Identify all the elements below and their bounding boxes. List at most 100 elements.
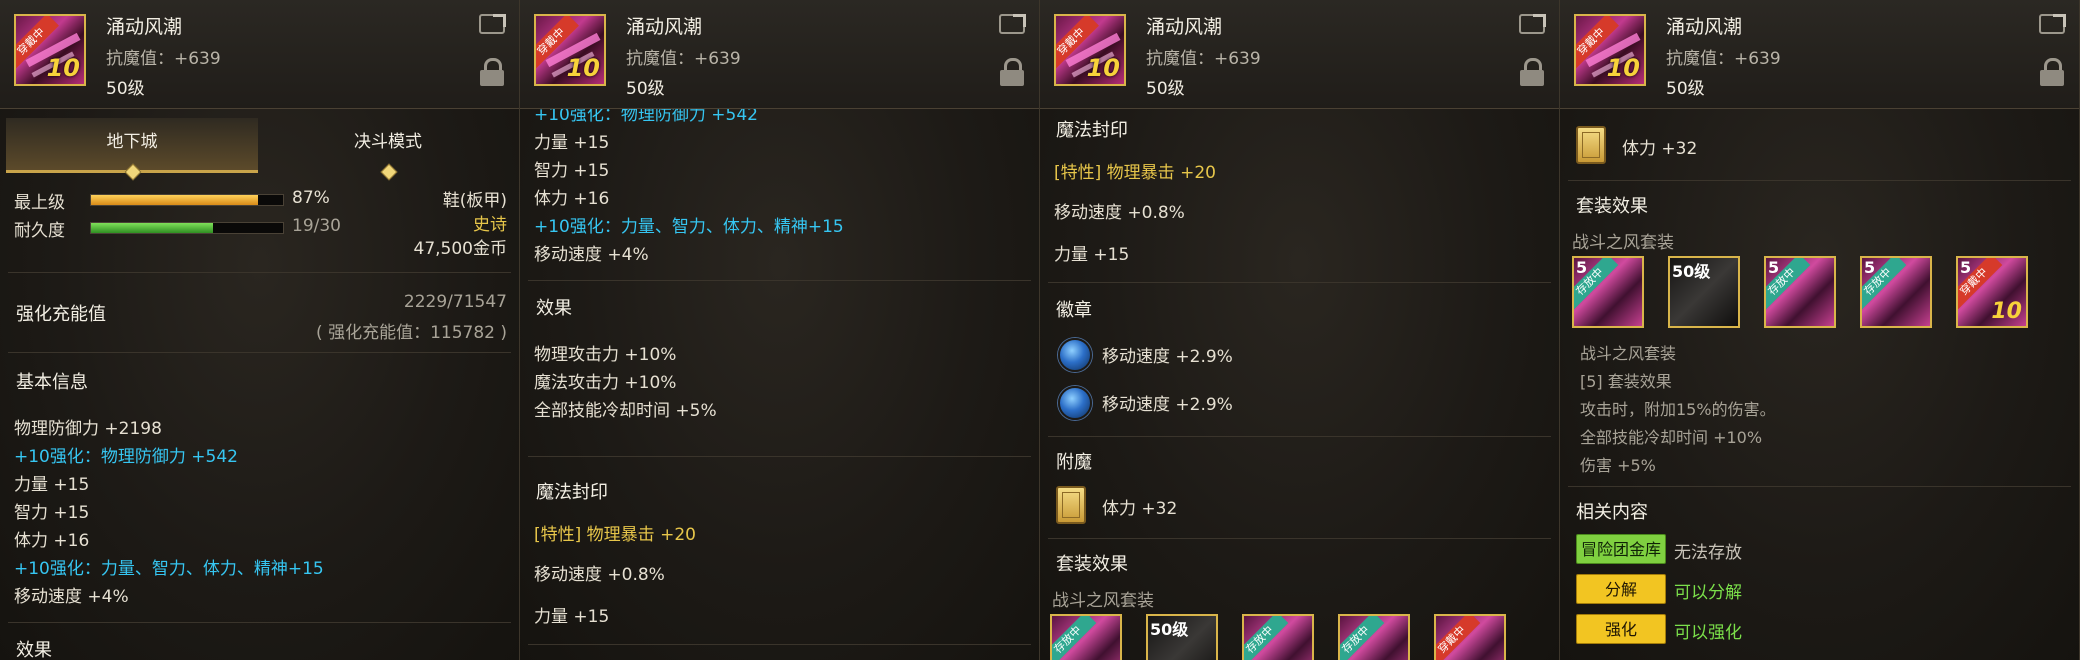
set-item-icon[interactable]: 5 存放中	[1764, 256, 1836, 328]
grade-bar-fill	[91, 195, 259, 205]
enhance-button[interactable]: 强化	[1576, 614, 1666, 644]
effect-line: 物理攻击力 +10%	[534, 345, 677, 365]
magic-defense: 抗魔值：+639	[1146, 49, 1261, 69]
share-icon[interactable]	[479, 14, 505, 34]
divider	[528, 280, 1031, 281]
enhance-level: 10	[46, 54, 80, 82]
magic-defense: 抗魔值：+639	[1666, 49, 1781, 69]
share-icon[interactable]	[1519, 14, 1545, 34]
set-item-icon[interactable]: 50级	[1146, 614, 1218, 660]
divider	[1048, 436, 1551, 437]
stat-line: +10强化：力量、智力、体力、精神+15	[534, 217, 844, 237]
item-header: 穿戴中 10 涌动风潮 抗魔值：+639 50级	[0, 0, 519, 109]
stat-line: 物理防御力 +2198	[14, 419, 162, 439]
set-item-icon[interactable]: 5 穿戴中 10	[1956, 256, 2028, 328]
stat-line: 移动速度 +4%	[14, 587, 129, 607]
item-rarity: 史诗	[473, 215, 507, 235]
set-name: 战斗之风套装	[1052, 591, 1154, 611]
grade-bar	[90, 194, 284, 206]
item-level: 50级	[106, 79, 145, 99]
blue-emblem-icon	[1058, 338, 1092, 372]
set-desc-line: 攻击时，附加15%的伤害。	[1580, 400, 1776, 419]
emblem-line: 移动速度 +2.9%	[1102, 395, 1233, 415]
share-icon[interactable]	[2039, 14, 2065, 34]
set-desc-line: 战斗之风套装	[1580, 344, 1677, 363]
disassemble-button[interactable]: 分解	[1576, 574, 1666, 604]
lock-icon[interactable]	[1000, 58, 1024, 86]
durability-label: 耐久度	[14, 221, 65, 241]
item-price: 47,500金币	[413, 239, 507, 259]
item-type: 鞋(板甲)	[442, 191, 507, 211]
set-item-icon[interactable]: 存放中	[1338, 614, 1410, 660]
item-level: 50级	[1666, 79, 1705, 99]
tooltip-panel-4: 穿戴中 10 涌动风潮 抗魔值：+639 50级 体力 +32 套装效果 战斗之…	[1560, 0, 2080, 660]
set-item-icon[interactable]: 穿戴中	[1434, 614, 1506, 660]
enhance-level: 10	[1991, 299, 2022, 324]
tab-pvp[interactable]: 决斗模式	[262, 118, 514, 181]
item-header: 穿戴中 10 涌动风潮 抗魔值：+639 50级	[1560, 0, 2079, 109]
stat-line: 体力 +16	[534, 189, 610, 209]
enchant-card-icon	[1056, 486, 1086, 524]
adventure-vault-button[interactable]: 冒险团金库	[1576, 534, 1666, 564]
set-desc-line: 全部技能冷却时间 +10%	[1580, 428, 1763, 447]
grade-percent: 87%	[292, 188, 330, 208]
effect-title-cut: 效果	[16, 640, 52, 660]
seal-title: 魔法封印	[1056, 120, 1128, 141]
divider	[8, 622, 511, 623]
stat-line: +10强化：物理防御力 +542	[14, 447, 238, 467]
lock-icon[interactable]	[1520, 58, 1544, 86]
tab-dungeon[interactable]: 地下城	[6, 118, 258, 181]
enchant-line: 体力 +32	[1102, 499, 1178, 519]
vault-status: 无法存放	[1674, 543, 1742, 563]
charge-value: 2229/71547	[403, 292, 507, 312]
stat-line: 力量 +15	[534, 133, 610, 153]
set-item-icon[interactable]: 5 存放中	[1860, 256, 1932, 328]
item-icon: 穿戴中 10	[1574, 14, 1646, 86]
item-icon: 穿戴中 10	[14, 14, 86, 86]
stat-line: 力量 +15	[14, 475, 90, 495]
tab-diamond-icon	[380, 163, 398, 181]
seal-line: 移动速度 +0.8%	[534, 565, 665, 585]
basic-info-title: 基本信息	[16, 372, 88, 393]
divider	[528, 644, 1031, 645]
stat-line: 体力 +16	[14, 531, 90, 551]
tab-diamond-icon	[124, 163, 142, 181]
effect-line: 全部技能冷却时间 +5%	[534, 401, 717, 421]
seal-line: 力量 +15	[534, 607, 610, 627]
effect-line: 魔法攻击力 +10%	[534, 373, 677, 393]
charge-sub: ( 强化充能值：115782 )	[316, 323, 507, 343]
seal-line: 移动速度 +0.8%	[1054, 203, 1185, 223]
share-icon[interactable]	[999, 14, 1025, 34]
enchant-card-icon	[1576, 126, 1606, 164]
enhance-level: 10	[1606, 54, 1640, 82]
item-name: 涌动风潮	[1146, 16, 1223, 38]
disassemble-status: 可以分解	[1674, 583, 1742, 603]
stat-line: 智力 +15	[14, 503, 90, 523]
set-item-icon[interactable]: 存放中	[1050, 614, 1122, 660]
item-level: 50级	[626, 79, 665, 99]
item-level: 50级	[1146, 79, 1185, 99]
blue-emblem-icon	[1058, 386, 1092, 420]
item-name: 涌动风潮	[1666, 16, 1743, 38]
item-icon: 穿戴中 10	[1054, 14, 1126, 86]
seal-line: [特性] 物理暴击 +20	[1054, 163, 1216, 183]
magic-defense: 抗魔值：+639	[626, 49, 741, 69]
tooltip-panel-1: 穿戴中 10 涌动风潮 抗魔值：+639 50级 地下城 决斗模式 最上级 87…	[0, 0, 520, 660]
divider	[1568, 486, 2071, 487]
lock-icon[interactable]	[2040, 58, 2064, 86]
durability-bar	[90, 222, 284, 234]
set-item-icon[interactable]: 5 存放中	[1572, 256, 1644, 328]
lock-icon[interactable]	[480, 58, 504, 86]
related-title: 相关内容	[1576, 502, 1648, 523]
item-header: 穿戴中 10 涌动风潮 抗魔值：+639 50级	[520, 0, 1039, 109]
tooltip-panel-2: +10强化：物理防御力 +542 穿戴中 10 涌动风潮 抗魔值：+639 50…	[520, 0, 1040, 660]
set-item-icon[interactable]: 50级	[1668, 256, 1740, 328]
magic-defense: 抗魔值：+639	[106, 49, 221, 69]
effect-title: 效果	[536, 298, 572, 319]
item-name: 涌动风潮	[106, 16, 183, 38]
enhance-level: 10	[566, 54, 600, 82]
seal-line: [特性] 物理暴击 +20	[534, 525, 696, 545]
set-item-icon[interactable]: 存放中	[1242, 614, 1314, 660]
seal-line: 力量 +15	[1054, 245, 1130, 265]
stat-line: +10强化：力量、智力、体力、精神+15	[14, 559, 324, 579]
